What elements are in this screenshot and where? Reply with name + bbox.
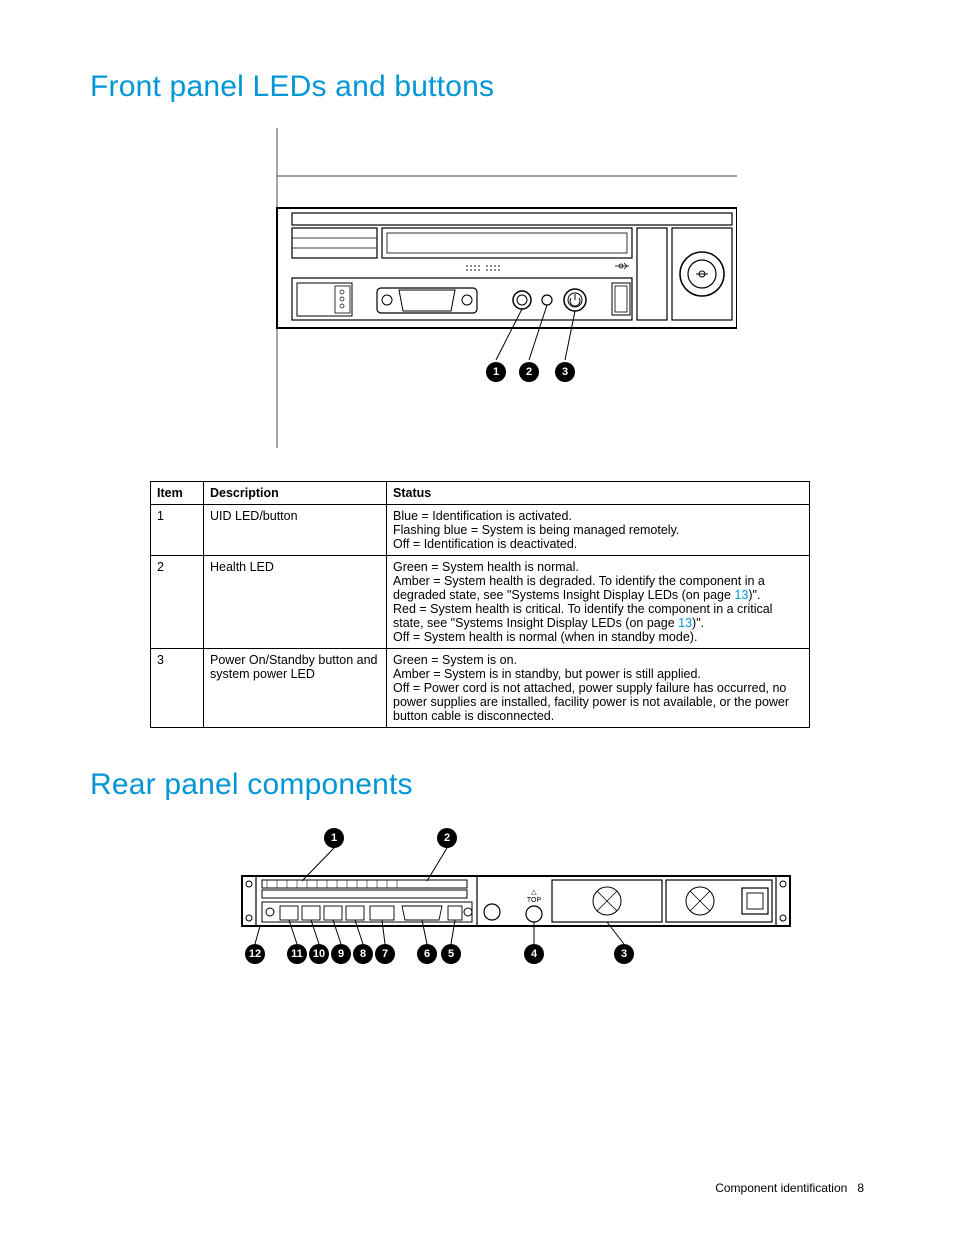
- svg-text:8: 8: [360, 948, 366, 960]
- svg-text:5: 5: [448, 948, 454, 960]
- cell-description: Power On/Standby button and system power…: [204, 649, 387, 728]
- svg-text:11: 11: [291, 948, 303, 960]
- footer-page-number: 8: [857, 1181, 864, 1195]
- svg-text:7: 7: [382, 948, 388, 960]
- cell-status: Green = System health is normal.Amber = …: [387, 556, 810, 649]
- svg-text:1: 1: [331, 832, 337, 844]
- svg-text:6: 6: [424, 948, 430, 960]
- svg-text:1: 1: [493, 366, 499, 378]
- page-footer: Component identification 8: [715, 1181, 864, 1195]
- figure-rear-panel: 1 2: [90, 826, 864, 989]
- cell-description: Health LED: [204, 556, 387, 649]
- table-row: 2Health LEDGreen = System health is norm…: [151, 556, 810, 649]
- page-link[interactable]: 13: [734, 588, 748, 602]
- svg-text:10: 10: [313, 948, 325, 960]
- table-row: 3Power On/Standby button and system powe…: [151, 649, 810, 728]
- table-front-panel: Item Description Status 1UID LED/buttonB…: [150, 481, 810, 728]
- th-item: Item: [151, 482, 204, 505]
- svg-text:TOP: TOP: [527, 897, 542, 904]
- th-status: Status: [387, 482, 810, 505]
- cell-status: Blue = Identification is activated.Flash…: [387, 505, 810, 556]
- cell-item: 1: [151, 505, 204, 556]
- table-row: 1UID LED/buttonBlue = Identification is …: [151, 505, 810, 556]
- cell-item: 3: [151, 649, 204, 728]
- svg-text:4: 4: [531, 948, 538, 960]
- svg-text:3: 3: [621, 948, 627, 960]
- cell-status: Green = System is on.Amber = System is i…: [387, 649, 810, 728]
- svg-text:2: 2: [526, 366, 532, 378]
- svg-text:12: 12: [249, 948, 261, 960]
- figure-front-panel: 1 2 3: [90, 128, 864, 461]
- footer-section: Component identification: [715, 1181, 847, 1195]
- cell-description: UID LED/button: [204, 505, 387, 556]
- th-description: Description: [204, 482, 387, 505]
- heading-rear-panel: Rear panel components: [90, 768, 864, 802]
- page-link[interactable]: 13: [678, 616, 692, 630]
- svg-text:3: 3: [562, 366, 568, 378]
- svg-text:2: 2: [444, 832, 450, 844]
- cell-item: 2: [151, 556, 204, 649]
- svg-text:9: 9: [338, 948, 344, 960]
- svg-text:△: △: [531, 889, 537, 896]
- callout-group-front: 1 2 3: [486, 362, 575, 382]
- heading-front-panel: Front panel LEDs and buttons: [90, 70, 864, 104]
